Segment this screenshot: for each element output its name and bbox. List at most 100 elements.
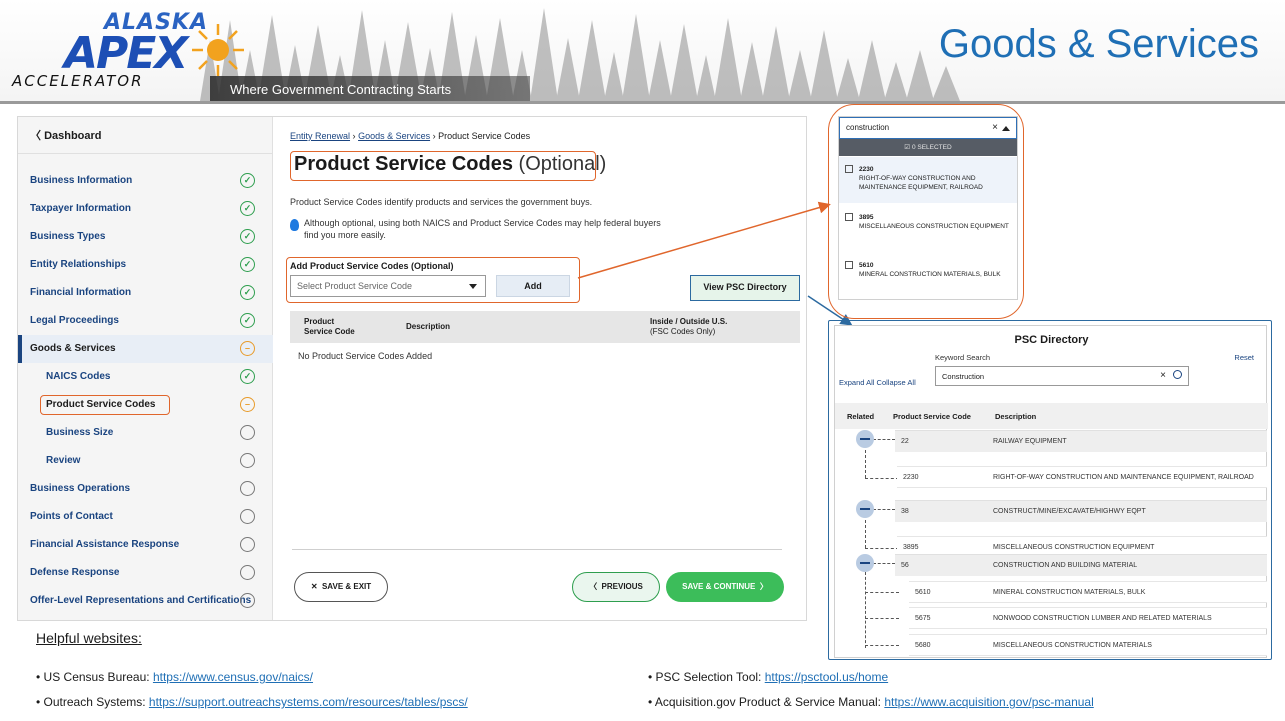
sidebar-item-label: Business Information: [30, 175, 133, 186]
sidebar-item-financial-information[interactable]: Financial Information ✓: [18, 279, 273, 307]
sidebar-item-label: Business Size: [46, 427, 114, 438]
sidebar-item-legal-proceedings[interactable]: Legal Proceedings ✓: [18, 307, 273, 335]
checkbox-icon[interactable]: [845, 261, 853, 269]
caret-up-icon[interactable]: [1002, 126, 1010, 131]
sidebar-item-label: Financial Information: [30, 287, 132, 298]
sidebar-item-label: Points of Contact: [30, 511, 113, 522]
empty-circle-icon: [240, 481, 255, 496]
option-code: 2230: [859, 166, 874, 173]
option-name: RIGHT-OF-WAY CONSTRUCTION AND MAINTENANC…: [859, 175, 983, 191]
link-outreach: • Outreach Systems: https://support.outr…: [36, 695, 468, 709]
checkbox-icon[interactable]: [845, 213, 853, 221]
col-product-service-code: Product Service Code: [304, 317, 355, 336]
minus-circle-icon: –: [240, 341, 255, 356]
main-content: Entity Renewal › Goods & Services › Prod…: [274, 117, 806, 620]
sidebar-item-entity-relationships[interactable]: Entity Relationships ✓: [18, 251, 273, 279]
helpful-heading-colon: :: [137, 630, 142, 646]
check-circle-icon: ✓: [240, 257, 255, 272]
slide-title: Goods & Services: [938, 22, 1259, 66]
sidebar-item-business-information[interactable]: Business Information ✓: [18, 167, 273, 195]
tip-text: Although optional, using both NAICS and …: [304, 218, 661, 240]
sidebar-item-label: Entity Relationships: [30, 259, 127, 270]
check-circle-icon: ✓: [240, 229, 255, 244]
divider: [292, 549, 782, 550]
link-label: • PSC Selection Tool:: [648, 670, 765, 684]
highlight-callout: [828, 320, 1272, 660]
col-description: Description: [406, 322, 451, 331]
breadcrumb-current: Product Service Codes: [438, 131, 531, 141]
link-acquisition: • Acquisition.gov Product & Service Manu…: [648, 695, 1094, 709]
sam-form-screenshot: 〈 Dashboard Business Information ✓ Taxpay…: [17, 116, 807, 621]
breadcrumb: Entity Renewal › Goods & Services › Prod…: [290, 131, 530, 141]
apex-logo: ALASKA APEX ACCELERATOR: [12, 10, 257, 90]
option-code: 3895: [859, 214, 874, 221]
highlight-callout: [286, 257, 580, 303]
highlight-callout: [40, 395, 170, 415]
sun-icon: [192, 24, 244, 76]
sidebar: 〈 Dashboard Business Information ✓ Taxpay…: [18, 117, 273, 620]
checkbox-icon: ☑: [904, 144, 912, 151]
link-label: • Acquisition.gov Product & Service Manu…: [648, 695, 885, 709]
check-circle-icon: ✓: [240, 285, 255, 300]
check-circle-icon: ✓: [240, 201, 255, 216]
highlight-callout: [290, 151, 596, 181]
sidebar-item-business-types[interactable]: Business Types ✓: [18, 223, 273, 251]
link-url[interactable]: https://support.outreachsystems.com/reso…: [149, 695, 468, 709]
psc-search-input[interactable]: construction ×: [839, 117, 1017, 139]
clear-icon[interactable]: ×: [992, 122, 998, 133]
save-continue-button[interactable]: SAVE & CONTINUE 〉: [666, 572, 784, 602]
col-inside-outside-label: Inside / Outside U.S.: [650, 317, 728, 326]
empty-circle-icon: [240, 537, 255, 552]
sidebar-item-naics-codes[interactable]: NAICS Codes ✓: [18, 363, 273, 391]
breadcrumb-entity-renewal[interactable]: Entity Renewal: [290, 131, 350, 141]
previous-label: PREVIOUS: [601, 582, 643, 591]
slide-header: ALASKA APEX ACCELERATOR Where Government…: [0, 0, 1285, 104]
save-exit-button[interactable]: ✕ SAVE & EXIT: [294, 572, 388, 602]
empty-table-message: No Product Service Codes Added: [298, 351, 433, 361]
chevron-left-icon: 〈: [30, 130, 45, 142]
empty-circle-icon: [240, 565, 255, 580]
sidebar-item-label: Goods & Services: [30, 343, 116, 354]
sidebar-item-review[interactable]: Review: [18, 447, 273, 475]
breadcrumb-goods-services[interactable]: Goods & Services: [358, 131, 430, 141]
sidebar-item-label: Review: [46, 455, 81, 466]
option-name: MINERAL CONSTRUCTION MATERIALS, BULK: [859, 271, 1001, 278]
previous-button[interactable]: 〈 PREVIOUS: [572, 572, 660, 602]
option-code: 5610: [859, 262, 874, 269]
sidebar-item-defense-response[interactable]: Defense Response: [18, 559, 273, 587]
link-psc-tool: • PSC Selection Tool: https://psctool.us…: [648, 670, 888, 684]
link-url[interactable]: https://www.census.gov/naics/: [153, 670, 313, 684]
page-description: Product Service Codes identify products …: [290, 197, 593, 207]
option-name: MISCELLANEOUS CONSTRUCTION EQUIPMENT: [859, 223, 1009, 230]
sidebar-item-business-size[interactable]: Business Size: [18, 419, 273, 447]
view-psc-directory-button[interactable]: View PSC Directory: [690, 275, 800, 301]
dashboard-label: Dashboard: [44, 130, 102, 142]
sidebar-item-taxpayer-information[interactable]: Taxpayer Information ✓: [18, 195, 273, 223]
checkbox-icon[interactable]: [845, 165, 853, 173]
helpful-websites-heading: Helpful websites:: [36, 630, 142, 646]
sidebar-item-label: Defense Response: [30, 567, 120, 578]
dashboard-link[interactable]: 〈 Dashboard: [30, 127, 102, 143]
divider: [18, 153, 273, 154]
sidebar-item-label: Legal Proceedings: [30, 315, 119, 326]
tagline: Where Government Contracting Starts: [230, 82, 452, 97]
sidebar-item-points-of-contact[interactable]: Points of Contact: [18, 503, 273, 531]
psc-table-header: Product Service Code Description Inside …: [290, 311, 800, 343]
sidebar-item-label: Offer-Level Representations and Certific…: [30, 595, 252, 606]
chevron-right-icon: 〉: [755, 582, 768, 591]
sidebar-item-goods-and-services[interactable]: Goods & Services –: [18, 335, 273, 363]
link-url[interactable]: https://www.acquisition.gov/psc-manual: [884, 695, 1093, 709]
save-exit-label: SAVE & EXIT: [321, 582, 372, 591]
minus-circle-icon: –: [240, 397, 255, 412]
sidebar-item-business-operations[interactable]: Business Operations: [18, 475, 273, 503]
psc-search-value: construction: [846, 123, 890, 132]
close-icon: ✕: [310, 582, 322, 591]
link-label: • US Census Bureau:: [36, 670, 153, 684]
link-url[interactable]: https://psctool.us/home: [765, 670, 888, 684]
sidebar-item-financial-assistance-response[interactable]: Financial Assistance Response: [18, 531, 273, 559]
selected-count-bar: ☑ 0 SELECTED: [839, 139, 1017, 156]
sidebar-item-offer-level-representations[interactable]: Offer-Level Representations and Certific…: [18, 587, 273, 615]
lightbulb-icon: [290, 219, 299, 231]
check-circle-icon: ✓: [240, 173, 255, 188]
logo-accelerator-text: ACCELERATOR: [12, 72, 144, 90]
